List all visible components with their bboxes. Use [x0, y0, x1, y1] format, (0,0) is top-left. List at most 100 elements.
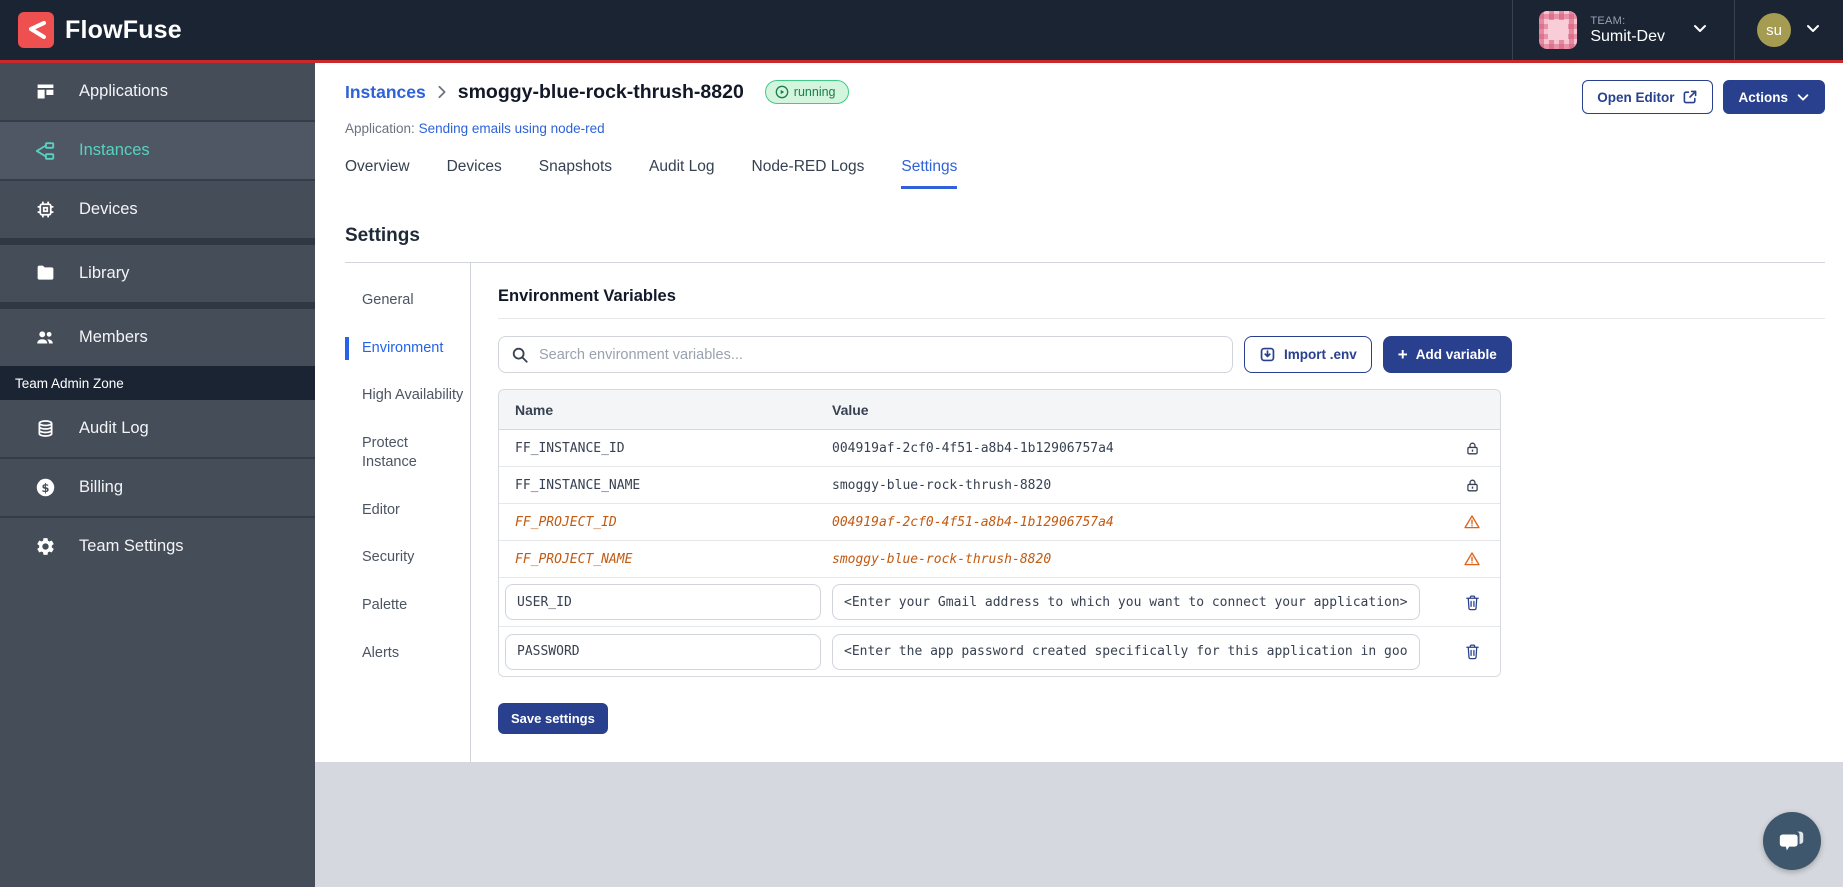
- subnav-protect-instance[interactable]: Protect Instance: [345, 432, 470, 475]
- page-header: Instances smoggy-blue-rock-thrush-8820 r…: [315, 63, 1843, 189]
- sidebar-item-devices[interactable]: Devices: [0, 181, 315, 238]
- breadcrumb-instances-link[interactable]: Instances: [345, 82, 426, 103]
- sidebar-item-label: Billing: [79, 478, 124, 496]
- applications-icon: [34, 81, 56, 103]
- env-var-name-input[interactable]: [505, 584, 821, 620]
- tab-audit-log[interactable]: Audit Log: [649, 158, 715, 189]
- env-var-value: smoggy-blue-rock-thrush-8820: [832, 477, 1052, 493]
- application-label: Application:: [345, 121, 415, 136]
- tab-snapshots[interactable]: Snapshots: [539, 158, 612, 189]
- subnav-editor[interactable]: Editor: [345, 499, 470, 523]
- chevron-down-icon: [1692, 20, 1708, 41]
- add-variable-button[interactable]: + Add variable: [1382, 336, 1512, 373]
- import-env-button[interactable]: Import .env: [1244, 336, 1372, 373]
- chat-icon: [1779, 831, 1804, 851]
- open-editor-label: Open Editor: [1597, 89, 1675, 105]
- column-name: Name: [515, 401, 554, 418]
- sidebar: Applications Instances Devices Library M…: [0, 63, 315, 887]
- gear-icon: [34, 536, 56, 558]
- settings-subnav: General Environment High Availability Pr…: [345, 263, 471, 762]
- sidebar-item-label: Devices: [79, 200, 138, 218]
- chevron-down-icon: [1797, 94, 1809, 101]
- lock-icon: [1466, 479, 1478, 491]
- application-link[interactable]: Sending emails using node-red: [419, 121, 605, 136]
- trash-icon: [1465, 644, 1479, 660]
- delete-variable-button[interactable]: [1444, 643, 1500, 660]
- lock-icon: [1466, 442, 1478, 454]
- devices-icon: [34, 199, 56, 221]
- save-settings-button[interactable]: Save settings: [498, 703, 608, 734]
- sidebar-item-instances[interactable]: Instances: [0, 122, 315, 179]
- sidebar-item-applications[interactable]: Applications: [0, 63, 315, 120]
- column-value: Value: [832, 401, 869, 418]
- env-variables-title: Environment Variables: [498, 287, 1825, 319]
- status-badge: running: [764, 80, 849, 104]
- team-name: Sumit-Dev: [1590, 27, 1665, 45]
- env-var-value-input[interactable]: [832, 633, 1420, 670]
- svg-text:$: $: [41, 481, 49, 495]
- audit-log-icon: [34, 418, 56, 440]
- sidebar-item-billing[interactable]: $ Billing: [0, 459, 315, 516]
- import-file-icon: [1260, 347, 1275, 362]
- subnav-alerts[interactable]: Alerts: [345, 642, 470, 666]
- team-label: TEAM:: [1590, 14, 1626, 27]
- breadcrumb: Instances smoggy-blue-rock-thrush-8820 r…: [345, 80, 849, 104]
- trash-icon: [1465, 594, 1479, 610]
- sidebar-item-label: Members: [79, 328, 148, 346]
- sidebar-item-label: Team Settings: [79, 537, 184, 555]
- subnav-general[interactable]: General: [345, 289, 470, 313]
- env-search[interactable]: [498, 336, 1233, 373]
- user-menu[interactable]: su: [1734, 0, 1843, 60]
- instances-icon: [34, 140, 56, 162]
- env-var-value-input[interactable]: [832, 584, 1420, 620]
- tab-node-red-logs[interactable]: Node-RED Logs: [752, 158, 865, 189]
- settings-title: Settings: [345, 225, 420, 246]
- warning-icon: [1464, 552, 1480, 566]
- env-search-input[interactable]: [539, 346, 1220, 363]
- team-selector[interactable]: TEAM: Sumit-Dev: [1512, 0, 1734, 60]
- divider: [0, 302, 315, 309]
- sidebar-item-team-settings[interactable]: Team Settings: [0, 518, 315, 575]
- tab-overview[interactable]: Overview: [345, 158, 410, 189]
- plus-icon: +: [1397, 344, 1408, 364]
- open-editor-button[interactable]: Open Editor: [1582, 80, 1714, 114]
- env-var-name: FF_INSTANCE_NAME: [515, 477, 641, 493]
- table-row: FF_PROJECT_NAME smoggy-blue-rock-thrush-…: [499, 541, 1500, 578]
- tab-settings[interactable]: Settings: [901, 158, 958, 189]
- table-header: Name Value: [499, 390, 1500, 430]
- env-var-name-input[interactable]: [505, 633, 821, 670]
- env-var-name: FF_PROJECT_ID: [515, 514, 617, 530]
- actions-button[interactable]: Actions: [1723, 80, 1825, 114]
- delete-variable-button[interactable]: [1444, 594, 1500, 611]
- subnav-security[interactable]: Security: [345, 546, 470, 570]
- env-variables-table: Name Value FF_INSTANCE_ID 004919af-2cf0-…: [498, 389, 1501, 677]
- import-env-label: Import .env: [1284, 347, 1357, 362]
- env-var-value: smoggy-blue-rock-thrush-8820: [832, 551, 1052, 567]
- subnav-high-availability[interactable]: High Availability: [345, 384, 470, 408]
- sidebar-item-label: Instances: [79, 141, 150, 159]
- sidebar-item-audit-log[interactable]: Audit Log: [0, 400, 315, 457]
- subnav-palette[interactable]: Palette: [345, 594, 470, 618]
- status-text: running: [793, 85, 836, 99]
- flowfuse-logo-icon: [18, 12, 54, 48]
- play-circle-icon: [775, 85, 789, 99]
- chat-widget-button[interactable]: [1763, 812, 1821, 870]
- env-var-value: 004919af-2cf0-4f51-a8b4-1b12906757a4: [832, 440, 1114, 456]
- table-row: FF_INSTANCE_ID 004919af-2cf0-4f51-a8b4-1…: [499, 430, 1500, 467]
- env-var-name: FF_INSTANCE_ID: [515, 440, 625, 456]
- sidebar-item-members[interactable]: Members: [0, 309, 315, 366]
- team-avatar: [1539, 11, 1578, 49]
- subnav-environment[interactable]: Environment: [345, 336, 470, 361]
- search-icon: [512, 347, 528, 363]
- flowfuse-logo[interactable]: FlowFuse: [0, 12, 182, 48]
- brand-name: FlowFuse: [65, 15, 182, 44]
- billing-icon: $: [34, 477, 56, 499]
- table-row: [499, 627, 1500, 676]
- page-footer-area: [315, 762, 1843, 887]
- chevron-right-icon: [438, 85, 446, 99]
- top-bar: FlowFuse TEAM: Sumit-Dev su: [0, 0, 1843, 60]
- divider: [0, 238, 315, 245]
- table-row: FF_PROJECT_ID 004919af-2cf0-4f51-a8b4-1b…: [499, 504, 1500, 541]
- sidebar-item-library[interactable]: Library: [0, 245, 315, 302]
- tab-devices[interactable]: Devices: [447, 158, 502, 189]
